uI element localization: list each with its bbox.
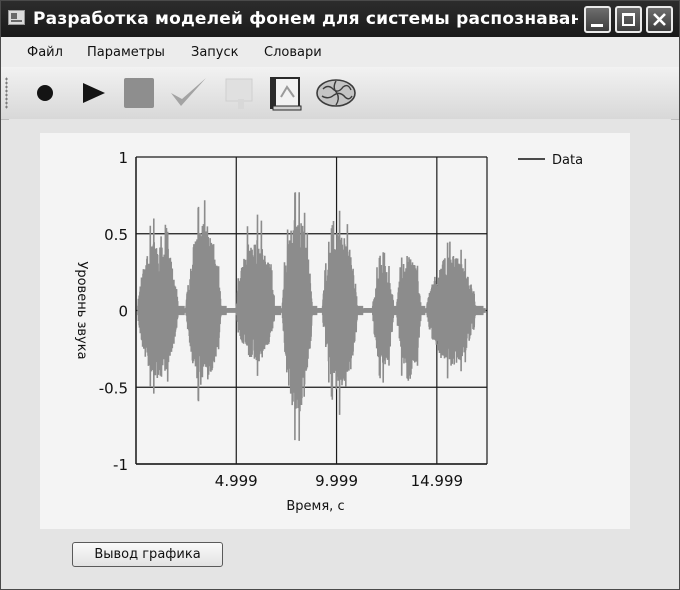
- waveform-line: [137, 192, 486, 441]
- y-axis-label: Уровень звука: [74, 261, 89, 359]
- chart-panel: 1 0.5 0 -0.5 -1 4.999 9.999 14.999 Время, с Урове…: [40, 133, 630, 529]
- app-window: Разработка моделей фонем для системы рас…: [0, 0, 680, 590]
- waveform-chart: 1 0.5 0 -0.5 -1 4.999 9.999 14.999 Время, с Урове…: [74, 149, 583, 514]
- x-tick-label: 14.999: [411, 472, 464, 490]
- play-icon: [83, 83, 105, 103]
- y-tick-label: -0.5: [99, 379, 128, 397]
- brain-icon: [316, 79, 356, 107]
- menu-parameters[interactable]: Параметры: [87, 45, 165, 60]
- record-button[interactable]: [27, 75, 63, 111]
- stop-button[interactable]: [121, 75, 157, 111]
- x-tick-label: 4.999: [215, 472, 258, 490]
- stop-icon: [124, 78, 154, 108]
- main-content: 1 0.5 0 -0.5 -1 4.999 9.999 14.999 Время, с Урове…: [9, 119, 671, 585]
- book-icon: [270, 77, 302, 111]
- play-button[interactable]: [75, 75, 111, 111]
- record-icon: [37, 85, 53, 101]
- x-axis-label: Время, с: [286, 499, 344, 514]
- toolbar: [1, 67, 679, 120]
- app-icon[interactable]: [8, 10, 25, 25]
- close-icon: [653, 13, 666, 26]
- menu-bar: Файл Параметры Запуск Словари: [1, 37, 679, 67]
- paste-icon: [225, 78, 253, 109]
- check-icon: [171, 78, 206, 106]
- legend-label: Data: [552, 153, 583, 168]
- x-tick-label: 9.999: [315, 472, 358, 490]
- paste-button[interactable]: [223, 75, 259, 111]
- y-tick-label: 0: [118, 303, 128, 321]
- minimize-button[interactable]: [584, 6, 611, 33]
- brain-button[interactable]: [315, 75, 356, 111]
- maximize-button[interactable]: [615, 6, 642, 33]
- dictionary-button[interactable]: [267, 75, 303, 111]
- menu-dictionaries[interactable]: Словари: [264, 45, 322, 60]
- toolbar-grip[interactable]: [5, 77, 8, 109]
- check-button[interactable]: [168, 75, 206, 111]
- close-button[interactable]: [646, 6, 673, 33]
- title-bar[interactable]: Разработка моделей фонем для системы рас…: [1, 1, 679, 37]
- plot-graph-button[interactable]: Вывод графика: [72, 542, 223, 567]
- window-title: Разработка моделей фонем для системы рас…: [33, 9, 578, 29]
- menu-run[interactable]: Запуск: [191, 45, 239, 60]
- menu-file[interactable]: Файл: [27, 45, 63, 60]
- y-tick-label: 0.5: [104, 226, 128, 244]
- y-tick-label: 1: [118, 149, 128, 167]
- y-tick-label: -1: [113, 456, 128, 474]
